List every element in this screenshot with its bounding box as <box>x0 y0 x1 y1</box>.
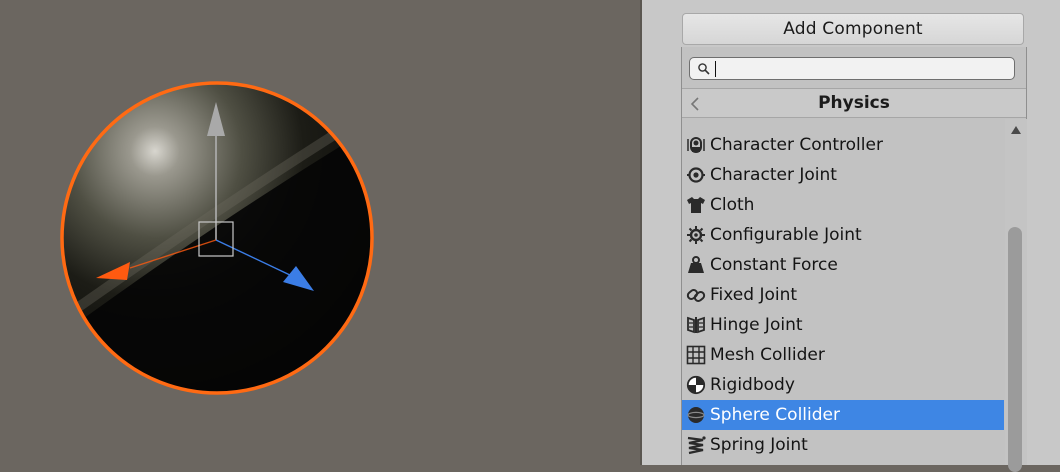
category-title: Physics <box>818 93 890 113</box>
scroll-up-arrow-icon[interactable] <box>1010 125 1022 135</box>
character-joint-icon <box>687 167 705 183</box>
list-item-spring-joint[interactable]: Spring Joint <box>682 430 1004 460</box>
list-item-label: Hinge Joint <box>710 315 803 335</box>
add-component-button[interactable]: Add Component <box>682 13 1024 45</box>
mesh-collider-icon <box>686 345 706 365</box>
search-input[interactable] <box>714 59 1010 78</box>
list-item-label: Sphere Collider <box>710 405 840 425</box>
list-scrollbar[interactable] <box>1005 119 1027 472</box>
list-item-constant-force[interactable]: Constant Force <box>682 250 1004 280</box>
sphere-collider-icon <box>687 407 705 423</box>
cloth-icon <box>687 197 705 213</box>
configurable-joint-icon <box>687 226 705 244</box>
category-header: Physics <box>682 88 1026 118</box>
list-item-label: Mesh Collider <box>710 345 825 365</box>
inspector-panel: Add Component Physics Character Controll… <box>642 0 1060 472</box>
constant-force-icon <box>688 256 704 273</box>
list-item-cloth[interactable]: Cloth <box>682 190 1004 220</box>
list-item-mesh-collider[interactable]: Mesh Collider <box>682 340 1004 370</box>
list-item-label: Spring Joint <box>710 435 808 455</box>
list-item-fixed-joint[interactable]: Fixed Joint <box>682 280 1004 310</box>
list-item-label: Constant Force <box>710 255 838 275</box>
list-item-label: Character Controller <box>710 135 883 155</box>
text-caret <box>715 61 716 77</box>
spring-joint-icon <box>687 436 706 455</box>
list-item-label: Cloth <box>710 195 755 215</box>
fixed-joint-icon <box>686 289 706 302</box>
search-icon <box>698 63 710 75</box>
scene-canvas[interactable] <box>0 0 640 465</box>
list-item-configurable-joint[interactable]: Configurable Joint <box>682 220 1004 250</box>
list-item-rigidbody[interactable]: Rigidbody <box>682 370 1004 400</box>
list-item-character-joint[interactable]: Character Joint <box>682 160 1004 190</box>
search-field[interactable] <box>689 57 1015 80</box>
component-list: Character Controller Character Joint Clo… <box>682 130 1004 460</box>
hinge-joint-icon <box>687 316 705 334</box>
character-controller-icon <box>687 137 705 153</box>
add-component-popup: Physics Character Controller Character J… <box>681 47 1027 472</box>
list-item-label: Fixed Joint <box>710 285 798 305</box>
list-item-label: Rigidbody <box>710 375 795 395</box>
list-item-label: Character Joint <box>710 165 837 185</box>
list-item-hinge-joint[interactable]: Hinge Joint <box>682 310 1004 340</box>
rigidbody-icon <box>686 375 706 395</box>
scrollbar-thumb[interactable] <box>1008 227 1022 472</box>
scene-view[interactable] <box>0 0 640 465</box>
list-item-sphere-collider[interactable]: Sphere Collider <box>682 400 1004 430</box>
list-item-label: Configurable Joint <box>710 225 862 245</box>
list-item-character-controller[interactable]: Character Controller <box>682 130 1004 160</box>
